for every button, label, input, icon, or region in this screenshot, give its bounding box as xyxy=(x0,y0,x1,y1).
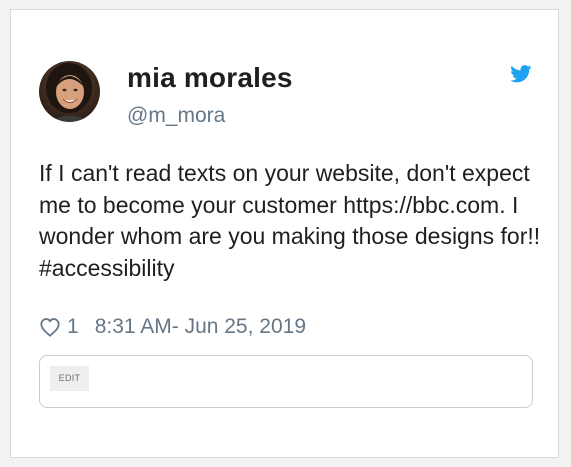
author-handle[interactable]: @m_mora xyxy=(127,104,225,128)
twitter-bird-icon[interactable] xyxy=(510,65,532,83)
edit-field[interactable]: EDIT xyxy=(39,355,533,408)
avatar[interactable] xyxy=(39,61,100,122)
tweet-text: If I can't read texts on your website, d… xyxy=(39,160,541,281)
like-count: 1 xyxy=(67,315,79,338)
author-name[interactable]: mia morales xyxy=(127,62,293,94)
edit-button[interactable]: EDIT xyxy=(50,366,89,391)
avatar-image xyxy=(39,61,100,122)
tweet-meta: 1 8:31 AM- Jun 25, 2019 xyxy=(39,313,306,341)
tweet-timestamp[interactable]: 8:31 AM- Jun 25, 2019 xyxy=(95,315,306,339)
tweet-card: mia morales @m_mora If I can't read text… xyxy=(10,9,559,458)
heart-icon[interactable] xyxy=(39,317,61,337)
